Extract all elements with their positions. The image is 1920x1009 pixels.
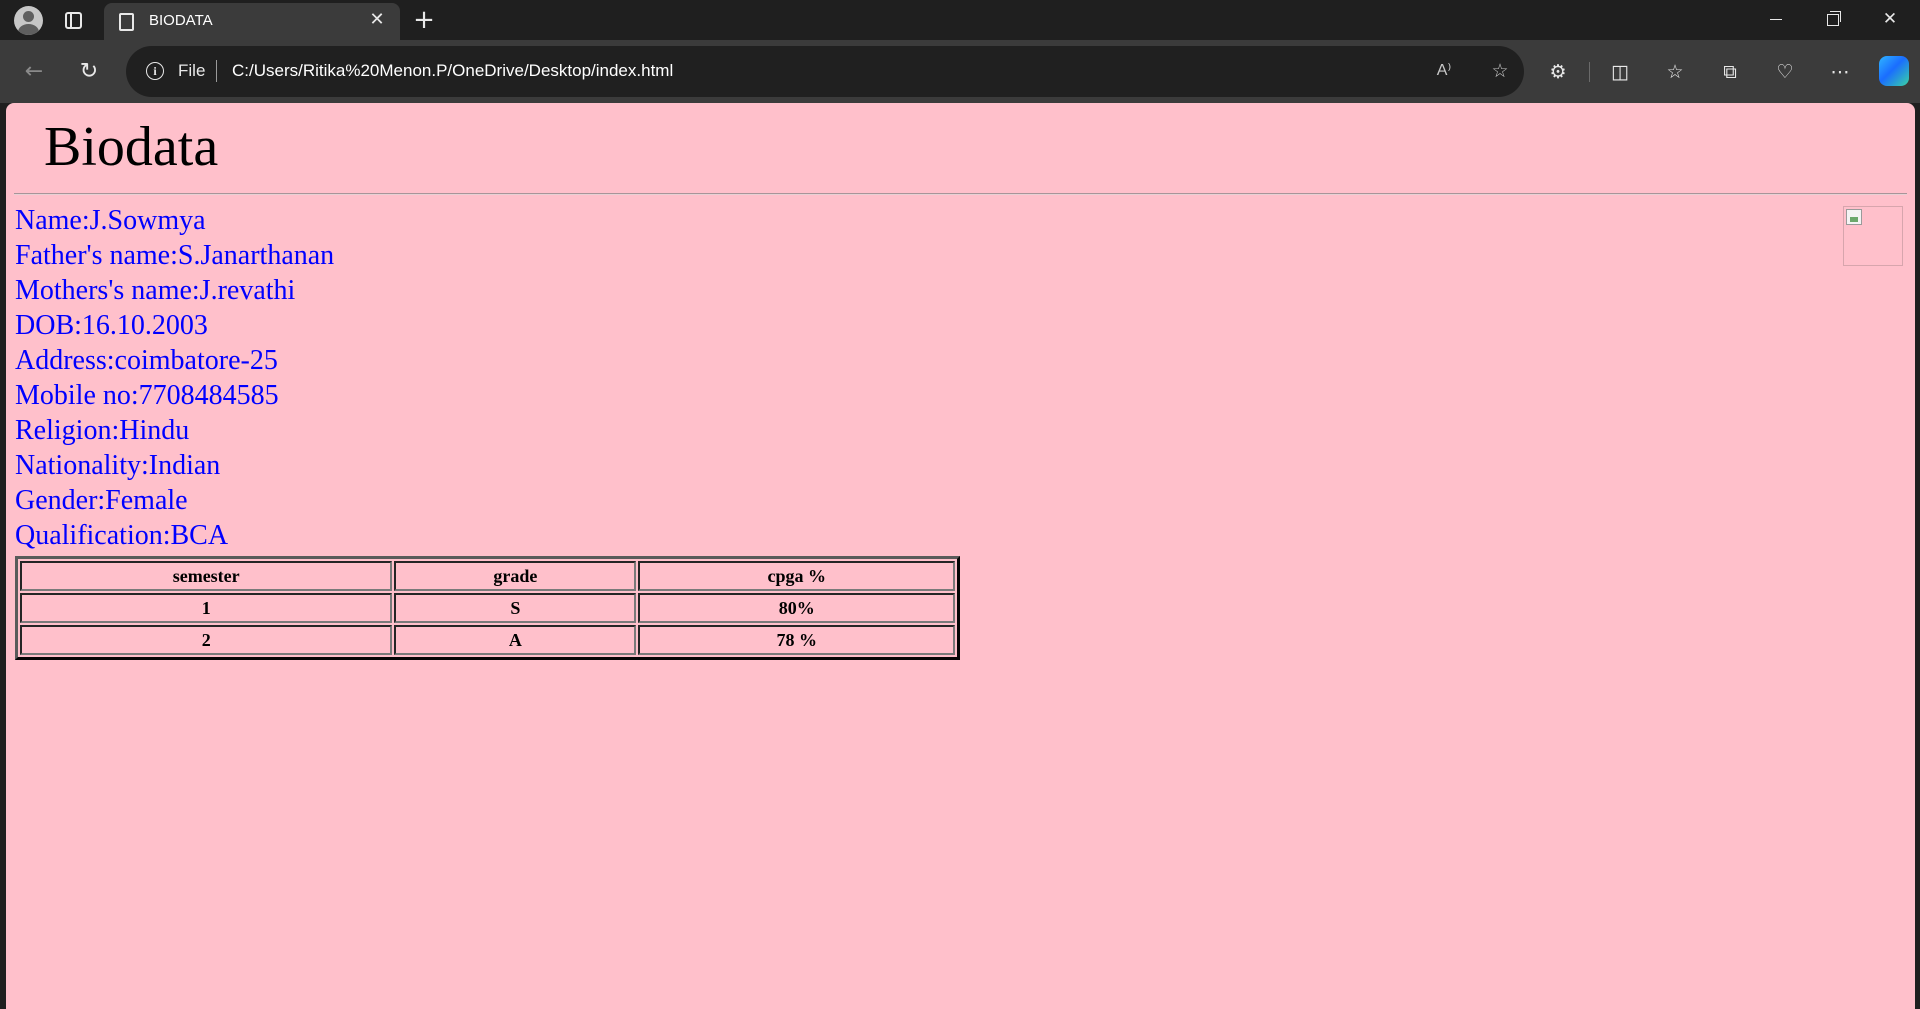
copilot-icon[interactable] (1879, 56, 1909, 86)
info-icon[interactable]: i (146, 62, 164, 80)
detail-mobile: Mobile no:7708484585 (15, 380, 279, 411)
horizontal-rule (14, 193, 1907, 195)
detail-name: Name:J.Sowmya (15, 205, 206, 236)
column-header: grade (394, 561, 637, 591)
profile-photo (1843, 206, 1903, 266)
restore-button[interactable] (1805, 0, 1861, 40)
favorite-star-icon[interactable]: ☆ (1488, 59, 1512, 83)
toolbar-separator (1589, 62, 1590, 82)
table-row: 2 A 78 % (20, 625, 955, 655)
detail-nationality: Nationality:Indian (15, 450, 221, 481)
close-window-button[interactable]: ✕ (1862, 0, 1918, 40)
address-bar[interactable]: i File C:/Users/Ritika%20Menon.P/OneDriv… (126, 46, 1524, 97)
table-cell: A (394, 625, 637, 655)
reload-button[interactable]: ↻ (72, 55, 106, 89)
back-button[interactable]: ← (17, 55, 51, 89)
browser-toolbar: ← ↻ i File C:/Users/Ritika%20Menon.P/One… (0, 40, 1920, 103)
page-viewport: Biodata Name:J.Sowmya Father's name:S.Ja… (6, 103, 1915, 1009)
browser-essentials-icon[interactable]: ♡ (1772, 59, 1798, 85)
browser-tab[interactable]: BIODATA ✕ (104, 3, 400, 40)
split-screen-icon[interactable]: ◫ (1607, 59, 1633, 85)
biodata-details: Name:J.Sowmya Father's name:S.Janarthana… (15, 203, 334, 553)
table-cell: 80% (638, 593, 955, 623)
more-icon[interactable]: ⋯ (1827, 59, 1853, 85)
tab-strip: BIODATA ✕ + ✕ (0, 0, 1920, 40)
detail-address: Address:coimbatore-25 (15, 345, 278, 376)
column-header: cpga % (638, 561, 955, 591)
detail-qualification: Qualification:BCA (15, 520, 229, 551)
tab-title: BIODATA (149, 12, 213, 29)
document-icon (119, 13, 134, 31)
favorites-icon[interactable]: ☆ (1662, 59, 1688, 85)
close-icon: ✕ (1882, 9, 1898, 29)
tab-actions-icon[interactable] (63, 10, 83, 30)
profile-icon[interactable] (14, 6, 43, 35)
table-cell: 1 (20, 593, 393, 623)
column-header: semester (20, 561, 393, 591)
grades-table: semester grade cpga % 1 S 80% 2 A 78 % (15, 556, 960, 660)
table-header-row: semester grade cpga % (20, 561, 955, 591)
url-text[interactable]: C:/Users/Ritika%20Menon.P/OneDrive/Deskt… (232, 61, 673, 81)
minimize-button[interactable] (1748, 0, 1804, 40)
detail-dob: DOB:16.10.2003 (15, 310, 208, 341)
table-row: 1 S 80% (20, 593, 955, 623)
detail-mother-name: Mothers's name:J.revathi (15, 275, 296, 306)
address-separator (216, 60, 217, 82)
page-title: Biodata (44, 116, 219, 178)
collections-icon[interactable]: ⧉ (1717, 59, 1743, 85)
close-tab-icon[interactable]: ✕ (366, 9, 388, 31)
table-cell: 78 % (638, 625, 955, 655)
table-cell: S (394, 593, 637, 623)
table-cell: 2 (20, 625, 393, 655)
reload-icon: ↻ (79, 59, 99, 84)
detail-father-name: Father's name:S.Janarthanan (15, 240, 335, 271)
read-aloud-icon[interactable]: A⁾ (1432, 59, 1456, 83)
broken-image-icon (1846, 209, 1862, 225)
detail-gender: Gender:Female (15, 485, 188, 516)
back-icon: ← (24, 59, 44, 84)
minimize-icon (1770, 19, 1782, 20)
extensions-icon[interactable]: ⚙ (1545, 59, 1571, 85)
detail-religion: Religion:Hindu (15, 415, 190, 446)
restore-icon (1827, 14, 1839, 26)
new-tab-button[interactable]: + (410, 6, 438, 34)
file-scheme-label: File (178, 61, 206, 80)
